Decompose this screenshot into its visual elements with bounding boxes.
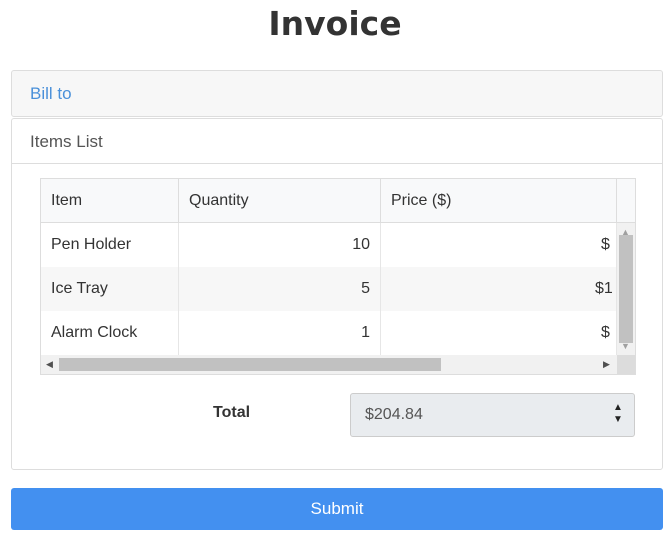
scroll-right-icon[interactable]: ▶ — [603, 359, 610, 369]
column-header-item[interactable]: Item — [41, 179, 179, 223]
horizontal-scroll-thumb[interactable] — [59, 358, 441, 371]
bill-to-panel[interactable]: Bill to — [11, 70, 663, 117]
items-list-panel: Items List Item Quantity Price ($) Pen H… — [11, 118, 663, 470]
stepper-up-icon[interactable]: ▲ — [612, 402, 624, 414]
cell-price-text: $1 — [595, 280, 613, 297]
table-row[interactable]: Alarm Clock 1 $ — [41, 311, 617, 355]
bill-to-link[interactable]: Bill to — [30, 84, 72, 104]
cell-quantity[interactable]: 1 — [179, 311, 381, 355]
cell-price[interactable]: $1 — [381, 267, 617, 311]
column-header-price[interactable]: Price ($) — [381, 179, 617, 223]
table-row[interactable]: Pen Holder 10 $ — [41, 223, 617, 267]
scroll-left-icon[interactable]: ◀ — [46, 359, 53, 369]
items-list-header: Items List — [12, 119, 662, 164]
vertical-scrollbar[interactable]: ▲ ▼ — [617, 223, 635, 355]
column-header-quantity[interactable]: Quantity — [179, 179, 381, 223]
horizontal-scrollbar[interactable]: ◀ ▶ — [41, 355, 617, 374]
stepper-down-icon[interactable]: ▼ — [612, 414, 624, 426]
items-table: Item Quantity Price ($) Pen Holder 10 $ … — [40, 178, 636, 375]
cell-item[interactable]: Ice Tray — [41, 267, 179, 311]
scrollbar-corner — [617, 355, 635, 374]
cell-price[interactable]: $ — [381, 223, 617, 267]
cell-item[interactable]: Alarm Clock — [41, 311, 179, 355]
cell-price-text: $ — [601, 236, 610, 253]
vertical-scroll-thumb[interactable] — [619, 235, 633, 343]
items-list-title: Items List — [30, 132, 103, 151]
scroll-down-icon[interactable]: ▼ — [621, 341, 630, 351]
cell-item[interactable]: Pen Holder — [41, 223, 179, 267]
total-stepper[interactable]: ▲ ▼ — [612, 402, 624, 426]
cell-price[interactable]: $ — [381, 311, 617, 355]
table-row[interactable]: Ice Tray 5 $1 — [41, 267, 617, 311]
table-header: Item Quantity Price ($) — [41, 179, 635, 223]
total-input[interactable]: $204.84 ▲ ▼ — [350, 393, 635, 437]
submit-button[interactable]: Submit — [11, 488, 663, 530]
cell-quantity[interactable]: 10 — [179, 223, 381, 267]
total-value: $204.84 — [365, 406, 423, 423]
total-label: Total — [213, 404, 251, 421]
cell-quantity[interactable]: 5 — [179, 267, 381, 311]
page-title: Invoice — [268, 4, 402, 43]
cell-price-text: $ — [601, 324, 610, 341]
